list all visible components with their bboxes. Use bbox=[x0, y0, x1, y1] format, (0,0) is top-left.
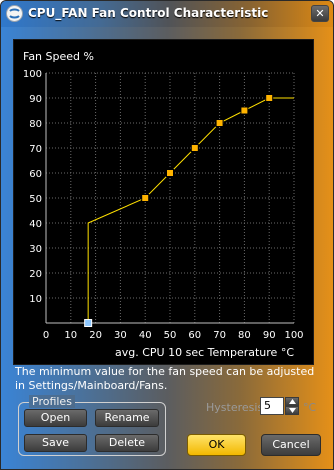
arrow-up-icon bbox=[289, 399, 296, 404]
y-axis-label: Fan Speed % bbox=[23, 50, 94, 63]
ok-button[interactable]: OK bbox=[187, 434, 246, 456]
x-tick-label: 70 bbox=[213, 330, 226, 341]
fan-curve-chart[interactable]: 10 20 30 40 50 60 70 80 90 100 0 10 20 30 40 50 60 70 80 90… bbox=[13, 39, 314, 365]
x-tick-label: 100 bbox=[284, 330, 303, 341]
x-tick-label: 40 bbox=[139, 330, 152, 341]
hysteresis-increment-button[interactable] bbox=[285, 397, 299, 406]
info-text: The minimum value for the fan speed can … bbox=[15, 365, 315, 392]
close-button[interactable]: ✕ bbox=[311, 5, 329, 22]
hysteresis-decrement-button[interactable] bbox=[285, 406, 299, 415]
curve-point-handle[interactable] bbox=[240, 106, 249, 115]
hysteresis-unit: °C bbox=[303, 401, 317, 414]
window-title: CPU_FAN Fan Control Characteristic bbox=[28, 6, 269, 20]
save-profile-button[interactable]: Save bbox=[24, 434, 87, 452]
x-tick-label: 20 bbox=[89, 330, 102, 341]
chart-svg[interactable]: 10 20 30 40 50 60 70 80 90 100 0 10 20 30 40 50 60 70 80 90… bbox=[14, 40, 315, 366]
y-tick-label: 10 bbox=[29, 294, 42, 305]
fan-curve-line bbox=[87, 97, 294, 323]
hysteresis-input[interactable]: 5 bbox=[260, 397, 284, 415]
x-axis-label: avg. CPU 10 sec Temperature °C bbox=[115, 346, 294, 359]
x-tick-label: 0 bbox=[43, 330, 49, 341]
y-tick-label: 40 bbox=[29, 219, 42, 230]
y-tick-label: 70 bbox=[29, 144, 42, 155]
hysteresis-label: Hysteresis bbox=[206, 401, 264, 414]
y-tick-label: 90 bbox=[29, 94, 42, 105]
x-tick-label: 30 bbox=[114, 330, 127, 341]
x-tick-label: 90 bbox=[263, 330, 276, 341]
curve-point-handle[interactable] bbox=[166, 169, 174, 177]
arrow-down-icon bbox=[289, 408, 296, 413]
curve-point-handle[interactable] bbox=[190, 144, 199, 152]
y-tick-label: 50 bbox=[29, 194, 42, 205]
x-tick-label: 80 bbox=[238, 330, 251, 341]
y-tick-label: 30 bbox=[29, 244, 42, 255]
curve-min-handle[interactable] bbox=[84, 319, 93, 327]
y-tick-label: 20 bbox=[29, 269, 42, 280]
x-tick-label: 10 bbox=[64, 330, 77, 341]
open-profile-button[interactable]: Open bbox=[24, 409, 87, 427]
title-bar[interactable]: CPU_FAN Fan Control Characteristic ✕ bbox=[1, 1, 333, 27]
y-tick-label: 100 bbox=[23, 69, 42, 80]
x-tick-label: 50 bbox=[164, 330, 177, 341]
cancel-button[interactable]: Cancel bbox=[261, 434, 321, 456]
app-logo-icon bbox=[6, 5, 23, 22]
delete-profile-button[interactable]: Delete bbox=[95, 434, 159, 452]
curve-point-handle[interactable] bbox=[265, 94, 274, 102]
rename-profile-button[interactable]: Rename bbox=[95, 409, 159, 427]
fan-control-window: CPU_FAN Fan Control Characteristic ✕ 10 2… bbox=[0, 0, 334, 470]
x-tick-label: 60 bbox=[188, 330, 201, 341]
curve-point-handle[interactable] bbox=[215, 119, 224, 127]
profiles-label: Profiles bbox=[29, 395, 75, 408]
close-icon: ✕ bbox=[315, 7, 325, 20]
y-tick-label: 60 bbox=[29, 169, 42, 180]
curve-point-handle[interactable] bbox=[141, 194, 150, 202]
y-tick-label: 80 bbox=[29, 119, 42, 130]
